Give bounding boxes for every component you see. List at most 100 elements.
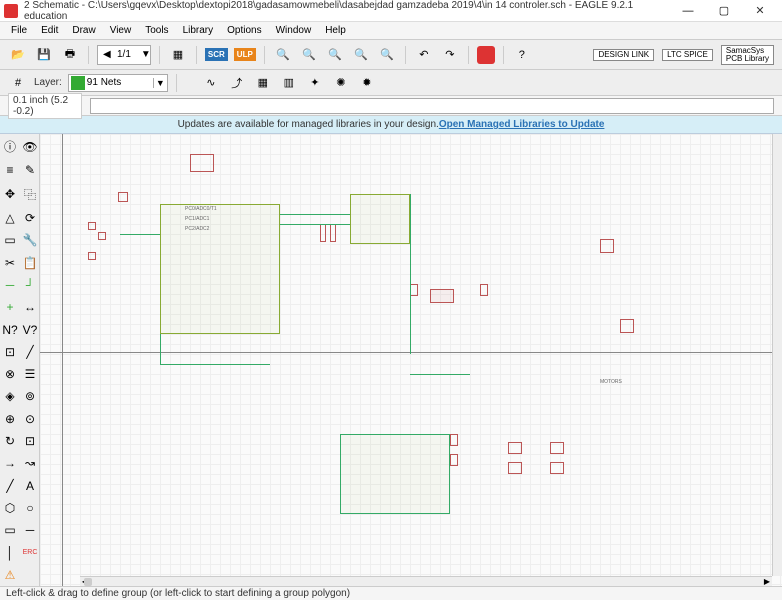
erc-tool[interactable]: ERC xyxy=(20,541,40,563)
label-tool[interactable]: ⬡ xyxy=(0,497,20,519)
miter-tool[interactable]: ╱ xyxy=(20,341,40,363)
save-button[interactable]: 💾 xyxy=(34,45,54,65)
replace-tool[interactable]: ↔ xyxy=(20,296,40,318)
status-text: Left-click & drag to define group (or le… xyxy=(6,588,350,599)
scrollbar-horizontal[interactable]: ◀ ▶ xyxy=(80,576,772,586)
group-tool[interactable]: ▭ xyxy=(0,229,20,251)
sheet-indicator: 1/1 xyxy=(112,49,136,60)
frame-tool[interactable]: ─ xyxy=(20,519,40,541)
sch-mcu xyxy=(160,204,280,334)
tool-opt2[interactable]: ⤴ xyxy=(227,73,247,93)
mark-tool[interactable]: ✎ xyxy=(20,159,40,181)
bus-tool[interactable]: ↝ xyxy=(20,452,40,474)
secondary-toolbar: # Layer: 91 Nets ▼ ∿ ⤴ ▦ ▥ ✦ ✺ ✹ xyxy=(0,70,782,96)
rotate-tool[interactable]: ⟳ xyxy=(20,207,40,229)
hole-tool[interactable]: │ xyxy=(0,541,20,563)
mirror-tool[interactable]: △ xyxy=(0,207,20,229)
ltc-spice-logo[interactable]: LTC SPICE xyxy=(662,49,713,61)
menu-library[interactable]: Library xyxy=(176,25,221,36)
name-tool[interactable]: N? xyxy=(0,318,20,340)
stop-button[interactable] xyxy=(477,46,495,64)
scr-button[interactable]: SCR xyxy=(205,48,228,61)
dim-tool[interactable]: ▭ xyxy=(0,519,20,541)
net-tool[interactable]: ╱ xyxy=(0,474,20,496)
zoom-fit-button[interactable]: 🔍 xyxy=(273,45,293,65)
text-tool[interactable]: ⊕ xyxy=(0,408,20,430)
samacsys-logo[interactable]: SamacSysPCB Library xyxy=(721,45,774,65)
scroll-right-icon[interactable]: ▶ xyxy=(762,577,772,586)
wire-tool[interactable]: ⊚ xyxy=(20,385,40,407)
tool-opt6[interactable]: ✺ xyxy=(331,73,351,93)
scroll-thumb[interactable] xyxy=(84,578,92,586)
maximize-button[interactable]: ▢ xyxy=(706,1,742,21)
grid-button[interactable]: # xyxy=(8,73,28,93)
layer-select[interactable]: 91 Nets ▼ xyxy=(68,74,168,92)
tool-opt1[interactable]: ∿ xyxy=(201,73,221,93)
layers-tool[interactable]: ≡ xyxy=(0,159,20,181)
change-tool[interactable]: 🔧 xyxy=(20,229,40,251)
menu-edit[interactable]: Edit xyxy=(34,25,65,36)
sch-comp xyxy=(508,442,522,454)
invoke-tool[interactable]: ☰ xyxy=(20,363,40,385)
menu-help[interactable]: Help xyxy=(318,25,353,36)
menu-view[interactable]: View xyxy=(103,25,139,36)
zoom-out-button[interactable]: 🔍 xyxy=(325,45,345,65)
copy-tool[interactable]: ⿻ xyxy=(20,182,40,207)
menu-options[interactable]: Options xyxy=(220,25,268,36)
sheet-navigator[interactable]: ◀ 1/1 ▼ xyxy=(97,45,151,65)
sheet-next-icon[interactable]: ▼ xyxy=(136,49,150,60)
notification-link[interactable]: Open Managed Libraries to Update xyxy=(439,119,605,130)
menu-tools[interactable]: Tools xyxy=(138,25,175,36)
paste-tool[interactable]: 📋 xyxy=(20,251,40,273)
sch-wire xyxy=(160,364,270,365)
arc-tool[interactable]: ↻ xyxy=(0,430,20,452)
split-tool[interactable]: ⊗ xyxy=(0,363,20,385)
zoom-redraw-button[interactable]: 🔍 xyxy=(377,45,397,65)
add-tool[interactable]: ┘ xyxy=(20,274,40,296)
show-tool[interactable]: 👁 xyxy=(20,134,40,159)
cut-tool[interactable]: ✂ xyxy=(0,251,20,273)
sheet-prev-icon[interactable]: ◀ xyxy=(98,49,112,60)
delete-tool[interactable]: ─ xyxy=(0,274,20,296)
junction-tool[interactable]: A xyxy=(20,474,40,496)
sch-wire xyxy=(410,194,411,354)
circle-tool[interactable]: ⊙ xyxy=(20,408,40,430)
smash-tool[interactable]: ⊡ xyxy=(0,341,20,363)
chevron-down-icon[interactable]: ▼ xyxy=(153,78,167,88)
zoom-in-button[interactable]: 🔍 xyxy=(299,45,319,65)
close-button[interactable]: ✕ xyxy=(742,1,778,21)
tool-opt7[interactable]: ✹ xyxy=(357,73,377,93)
minimize-button[interactable]: — xyxy=(670,1,706,21)
rect-tool[interactable]: ⊡ xyxy=(20,430,40,452)
sch-wire xyxy=(410,374,470,375)
menu-file[interactable]: File xyxy=(4,25,34,36)
board-button[interactable]: ▦ xyxy=(168,45,188,65)
tool-opt4[interactable]: ▥ xyxy=(279,73,299,93)
ulp-button[interactable]: ULP xyxy=(234,48,256,61)
menu-window[interactable]: Window xyxy=(269,25,319,36)
zoom-select-button[interactable]: 🔍 xyxy=(351,45,371,65)
design-link-logo[interactable]: DESIGN LINK xyxy=(593,49,654,61)
errors-tool[interactable]: ⚠ xyxy=(0,564,20,586)
menu-draw[interactable]: Draw xyxy=(65,25,102,36)
open-button[interactable]: 📂 xyxy=(8,45,28,65)
tool-opt5[interactable]: ✦ xyxy=(305,73,325,93)
optimize-tool[interactable]: ◈ xyxy=(0,385,20,407)
undo-button[interactable]: ↶ xyxy=(414,45,434,65)
scrollbar-vertical[interactable] xyxy=(772,134,782,576)
help-button[interactable]: ? xyxy=(512,45,532,65)
sch-label: MOTORS xyxy=(600,379,622,385)
attr-tool[interactable]: ○ xyxy=(20,497,40,519)
redo-button[interactable]: ↷ xyxy=(440,45,460,65)
print-button[interactable]: 🖶 xyxy=(60,45,80,65)
schematic-canvas[interactable]: PC0/ADC0/T1 PC1/ADC1 PC2/ADC2 MOTORS ◀ ▶ xyxy=(40,134,782,586)
command-input[interactable] xyxy=(90,98,774,114)
value-tool[interactable]: V? xyxy=(20,318,40,340)
info-tool[interactable]: ⓘ xyxy=(0,134,20,159)
sch-comp xyxy=(410,284,418,296)
tool-opt3[interactable]: ▦ xyxy=(253,73,273,93)
pinswap-tool[interactable]: + xyxy=(0,296,20,318)
left-toolbox: ⓘ 👁 ≡ ✎ ✥ ⿻ △ ⟳ ▭ 🔧 ✂ 📋 ─ ┘ + ↔ N? V? ⊡ … xyxy=(0,134,40,586)
poly-tool[interactable]: → xyxy=(0,452,20,474)
move-tool[interactable]: ✥ xyxy=(0,182,20,207)
